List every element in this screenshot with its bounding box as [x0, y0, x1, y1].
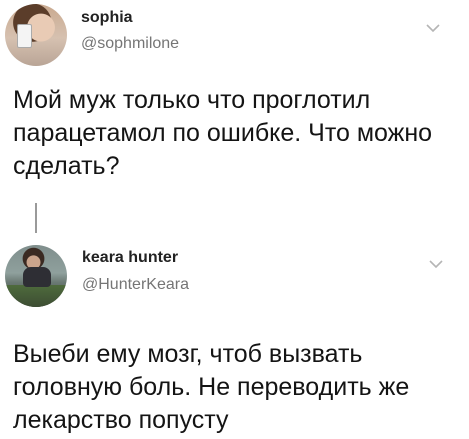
chevron-down-icon[interactable]	[426, 23, 440, 33]
display-name[interactable]: keara hunter	[82, 249, 178, 267]
user-handle[interactable]: @HunterKeara	[82, 276, 189, 294]
avatar[interactable]	[5, 4, 67, 66]
user-handle[interactable]: @sophmilone	[81, 35, 179, 53]
tweet-text: Мой муж только что проглотил парацетамол…	[13, 86, 433, 180]
tweet-text: Выеби ему мозг, чтоб вызвать головную бо…	[13, 340, 410, 434]
figure-shape	[23, 267, 51, 287]
display-name[interactable]: sophia	[81, 9, 133, 27]
tweet-reply: keara hunter @HunterKeara Выеби ему мозг…	[0, 225, 469, 439]
tweet-original: sophia @sophmilone Мой муж только что пр…	[0, 0, 469, 233]
phone-icon	[17, 24, 32, 48]
mat-shape	[5, 285, 67, 307]
chevron-down-icon[interactable]	[429, 259, 443, 269]
avatar[interactable]	[5, 245, 67, 307]
